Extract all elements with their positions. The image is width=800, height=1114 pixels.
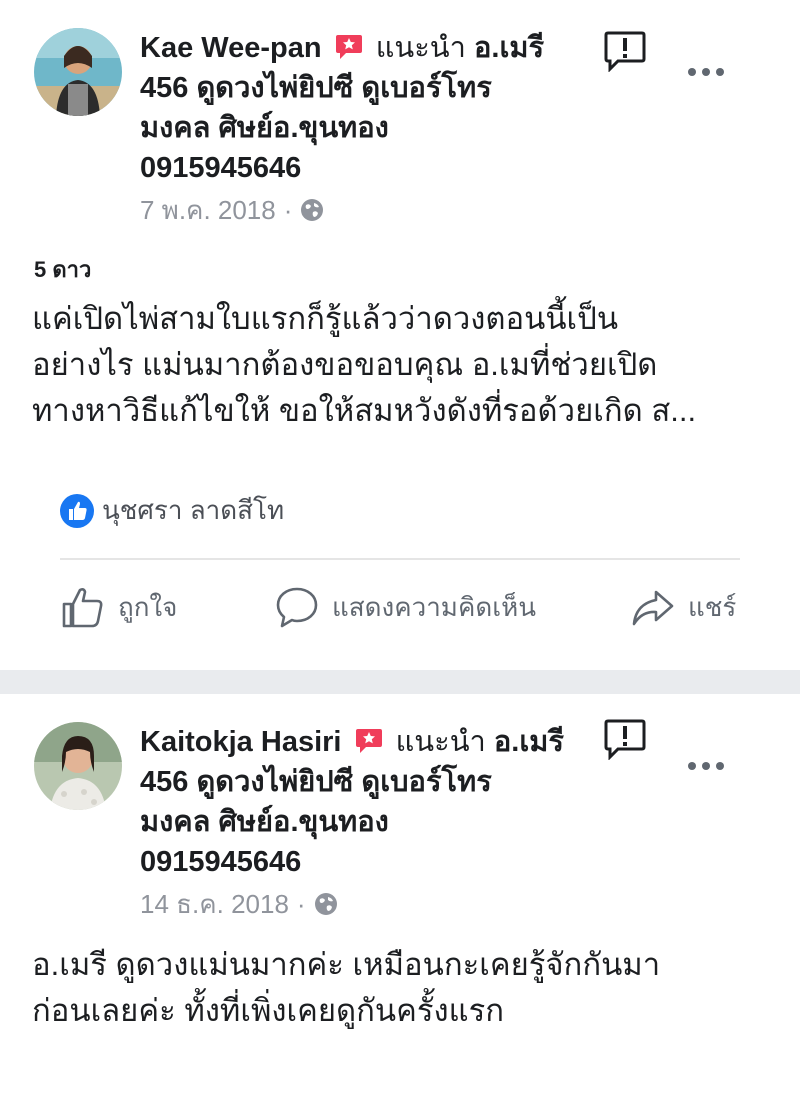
report-icon[interactable] <box>604 30 646 72</box>
author-name[interactable]: Kaitokja Hasiri <box>140 726 341 758</box>
post-separator <box>0 670 800 694</box>
post-date[interactable]: 7 พ.ค. 2018 <box>140 190 276 230</box>
review-text[interactable]: แค่เปิดไพ่สามใบแรกก็รู้แล้วว่าดวงตอนนี้เ… <box>32 296 772 434</box>
review-post: Kae Wee-pan แนะนำ อ.เมรี 456 ดูดวงไพ่ยิป… <box>0 0 800 670</box>
review-line: แค่เปิดไพ่สามใบแรกก็รู้แล้วว่าดวงตอนนี้เ… <box>32 301 619 336</box>
more-dots-icon[interactable] <box>686 66 726 78</box>
review-line: ก่อนเลยค่ะ ทั้งที่เพิ่งเคยดูกันครั้งแรก <box>32 993 505 1028</box>
comment-button[interactable]: แสดงความคิดเห็น <box>274 584 536 630</box>
page-name[interactable]: อ.เมรี <box>474 32 544 64</box>
review-line: อย่างไร แม่นมากต้องขอขอบคุณ อ.เมที่ช่วยเ… <box>32 347 658 382</box>
post-meta: 14 ธ.ค. 2018 · <box>140 882 580 926</box>
recommend-badge-icon <box>355 729 382 753</box>
review-line: ทางหาวิธีแก้ไขให้ ขอให้สมหวังดังที่รอด้ว… <box>32 393 697 428</box>
share-button[interactable]: แชร์ <box>630 584 736 630</box>
rating-label: 5 ดาว <box>34 257 92 282</box>
divider <box>60 558 740 560</box>
review-text[interactable]: อ.เมรี ดูดวงแม่นมากค่ะ เหมือนกะเคยรู้จัก… <box>32 942 772 1034</box>
page-phone[interactable]: 0915945646 <box>140 148 580 188</box>
post-header: Kaitokja Hasiri แนะนำ อ.เมรี 456 ดูดวงไพ… <box>140 722 580 926</box>
recommend-label: แนะนำ <box>375 32 466 64</box>
comment-icon <box>276 587 318 628</box>
reaction-names: นุชศรา ลาดสีโท <box>102 495 285 525</box>
comment-label: แสดงความคิดเห็น <box>332 591 537 622</box>
like-button[interactable]: ถูกใจ <box>60 584 177 630</box>
report-icon[interactable] <box>604 718 646 760</box>
avatar[interactable] <box>34 722 122 810</box>
author-name[interactable]: Kae Wee-pan <box>140 32 322 64</box>
page-name-line[interactable]: มงคล ศิษย์อ.ขุนทอง <box>140 802 580 842</box>
recommend-label: แนะนำ <box>395 726 486 758</box>
page-name-line[interactable]: มงคล ศิษย์อ.ขุนทอง <box>140 108 580 148</box>
action-bar: ถูกใจ แสดงความคิดเห็น แชร์ <box>0 584 800 640</box>
post-date[interactable]: 14 ธ.ค. 2018 <box>140 884 289 924</box>
like-reaction-icon <box>60 493 94 528</box>
review-line: อ.เมรี ดูดวงแม่นมากค่ะ เหมือนกะเคยรู้จัก… <box>32 947 661 982</box>
post-meta: 7 พ.ค. 2018 · <box>140 188 580 232</box>
page-phone[interactable]: 0915945646 <box>140 842 580 882</box>
meta-dot: · <box>296 889 306 919</box>
page-name[interactable]: อ.เมรี <box>494 726 564 758</box>
share-arrow-icon <box>632 590 674 626</box>
avatar[interactable] <box>34 28 122 116</box>
more-dots-icon[interactable] <box>686 760 726 772</box>
share-label: แชร์ <box>688 591 737 622</box>
thumbs-up-icon <box>62 588 103 628</box>
like-label: ถูกใจ <box>118 591 178 622</box>
globe-icon <box>301 199 324 221</box>
page-name-line[interactable]: 456 ดูดวงไพ่ยิปซี ดูเบอร์โทร <box>140 68 580 108</box>
review-post: Kaitokja Hasiri แนะนำ อ.เมรี 456 ดูดวงไพ… <box>0 694 800 1114</box>
meta-dot: · <box>283 195 293 225</box>
post-header: Kae Wee-pan แนะนำ อ.เมรี 456 ดูดวงไพ่ยิป… <box>140 28 580 232</box>
globe-icon <box>314 893 337 915</box>
reaction-summary[interactable]: นุชศรา ลาดสีโท <box>60 490 284 531</box>
recommend-badge-icon <box>335 35 362 59</box>
page-name-line[interactable]: 456 ดูดวงไพ่ยิปซี ดูเบอร์โทร <box>140 762 580 802</box>
